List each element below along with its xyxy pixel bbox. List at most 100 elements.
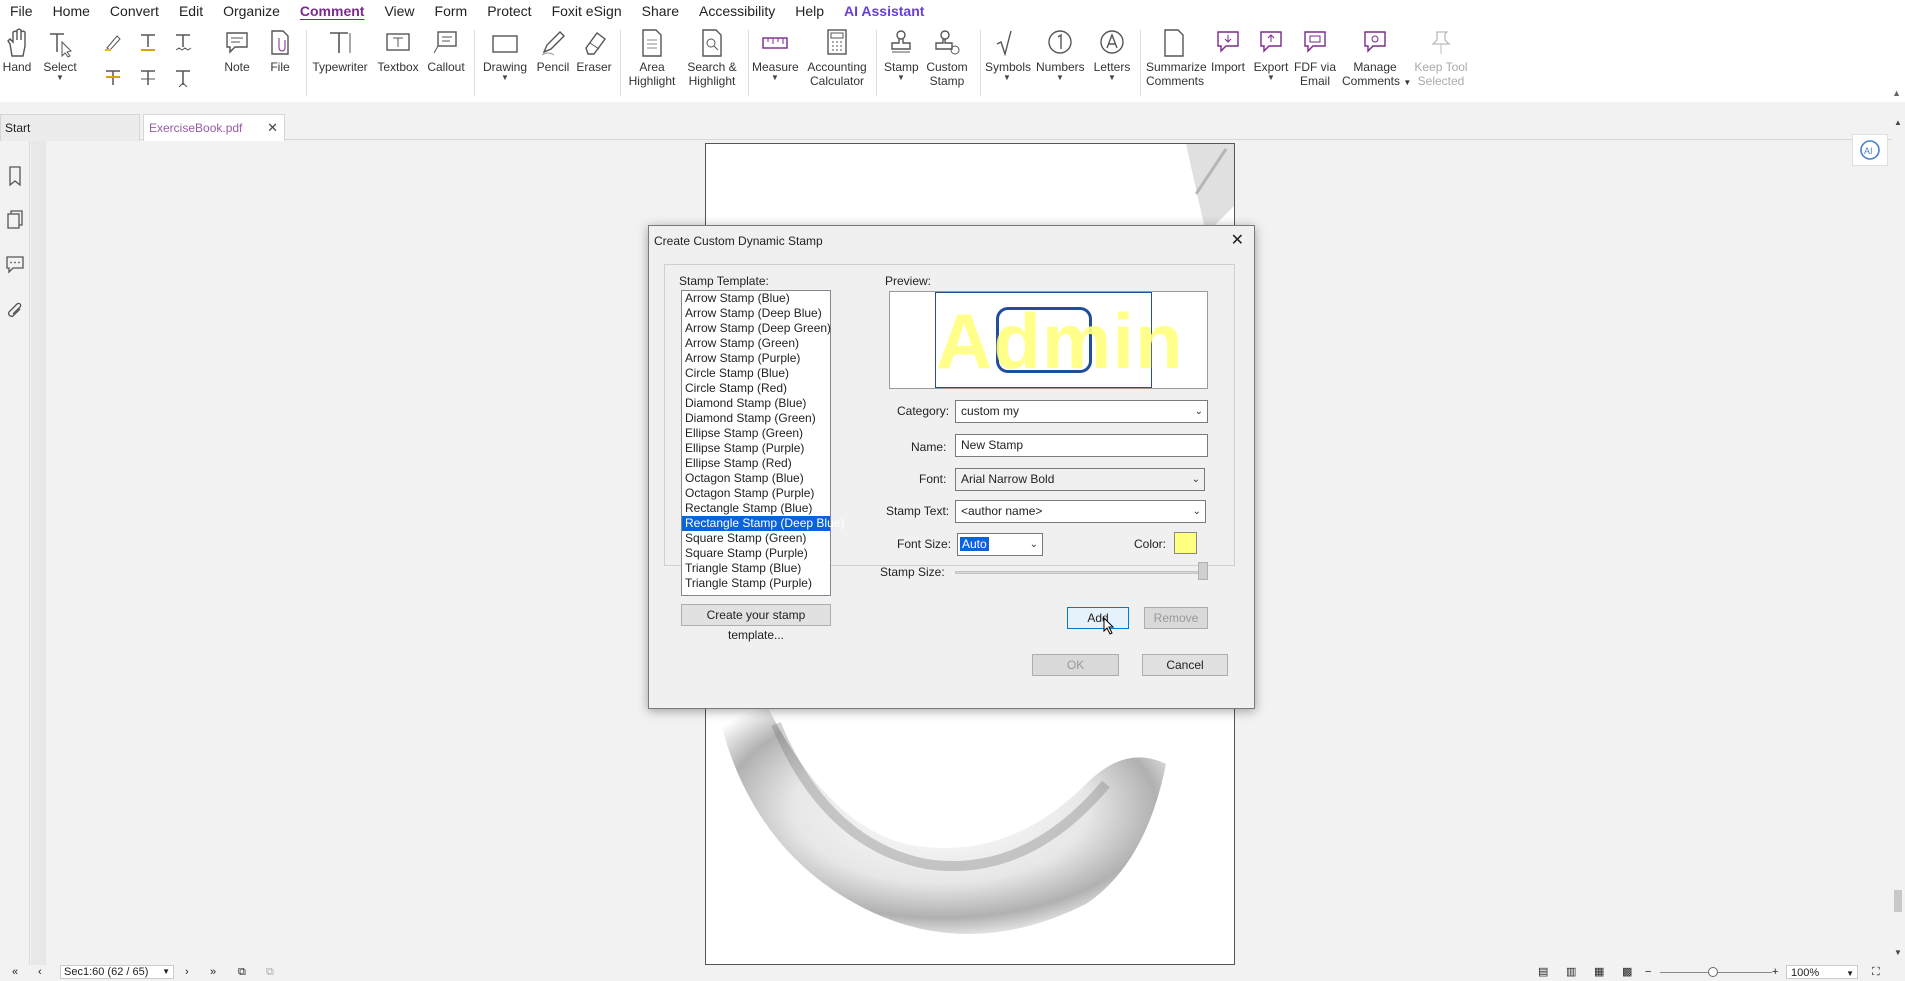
numbers-button[interactable]: Numbers ▼ <box>1036 28 1085 82</box>
template-list-item[interactable]: Arrow Stamp (Deep Green) <box>682 321 831 336</box>
tab-start[interactable]: Start <box>0 114 140 141</box>
font-size-select[interactable]: Auto ⌄ <box>957 533 1043 556</box>
hand-tool-button[interactable]: Hand <box>2 28 32 74</box>
fdf-via-email-button[interactable]: FDF via Email <box>1294 28 1336 88</box>
close-icon[interactable]: ✕ <box>1231 230 1244 250</box>
collapse-ribbon-icon[interactable]: ▲ <box>1892 88 1901 98</box>
callout-button[interactable]: Callout <box>426 28 466 74</box>
export-button[interactable]: Export ▼ <box>1252 28 1290 82</box>
scroll-down-icon[interactable]: ▼ <box>1894 948 1902 957</box>
drawing-button[interactable]: Drawing ▼ <box>482 28 528 82</box>
menu-share[interactable]: Share <box>632 0 689 22</box>
template-list-item[interactable]: Rectangle Stamp (Blue) <box>682 501 830 516</box>
template-list-item[interactable]: Triangle Stamp (Blue) <box>682 561 830 576</box>
note-button[interactable]: Note <box>222 28 252 74</box>
last-page-icon[interactable]: » <box>210 965 216 980</box>
font-select[interactable]: Arial Narrow Bold ⌄ <box>955 468 1205 491</box>
zoom-out-icon[interactable]: − <box>1645 965 1651 980</box>
menu-form[interactable]: Form <box>425 0 478 22</box>
template-list-item[interactable]: Circle Stamp (Blue) <box>682 366 830 381</box>
next-view-icon[interactable]: ⧉ <box>266 965 274 980</box>
tab-exercisebook[interactable]: ExerciseBook.pdf ✕ <box>143 114 285 141</box>
panel-splitter[interactable] <box>31 141 46 965</box>
template-list-item[interactable]: Square Stamp (Green) <box>682 531 830 546</box>
menu-help[interactable]: Help <box>785 0 834 22</box>
scroll-thumb[interactable] <box>1894 890 1902 912</box>
comments-icon[interactable] <box>4 253 26 275</box>
bookmark-icon[interactable] <box>4 165 26 187</box>
fullscreen-icon[interactable]: ⛶ <box>1872 965 1880 980</box>
previous-view-icon[interactable]: ⧉ <box>238 965 246 980</box>
right-scrollbar[interactable]: ▲ ▼ <box>1892 110 1905 965</box>
template-list-item[interactable]: Arrow Stamp (Green) <box>682 336 830 351</box>
menu-convert[interactable]: Convert <box>100 0 169 22</box>
template-list-item[interactable]: Octagon Stamp (Purple) <box>682 486 830 501</box>
cancel-button[interactable]: Cancel <box>1142 654 1228 676</box>
zoom-slider-thumb[interactable] <box>1708 967 1718 977</box>
next-page-icon[interactable]: › <box>185 965 189 980</box>
zoom-in-icon[interactable]: + <box>1772 965 1778 980</box>
template-list-item[interactable]: Rectangle Stamp (Deep Blue) <box>682 516 844 531</box>
replace-text-button[interactable] <box>137 68 159 90</box>
stamp-button[interactable]: Stamp ▼ <box>884 28 919 82</box>
template-list-item[interactable]: Ellipse Stamp (Green) <box>682 426 830 441</box>
keep-tool-selected-button[interactable]: Keep Tool Selected <box>1413 28 1469 88</box>
area-highlight-button[interactable]: Area Highlight <box>627 28 677 88</box>
accounting-calculator-button[interactable]: Accounting Calculator <box>806 28 868 88</box>
typewriter-button[interactable]: Typewriter <box>312 28 368 74</box>
continuous-page-icon[interactable]: ▥ <box>1566 965 1576 980</box>
pencil-button[interactable]: Pencil <box>536 28 570 74</box>
category-select[interactable]: custom my ⌄ <box>955 400 1208 423</box>
menu-foxit-esign[interactable]: Foxit eSign <box>542 0 632 22</box>
insert-text-button[interactable] <box>172 68 194 90</box>
highlight-button[interactable] <box>102 32 124 54</box>
menu-ai-assistant[interactable]: AI Assistant <box>834 0 934 22</box>
template-list-item[interactable]: Octagon Stamp (Blue) <box>682 471 830 486</box>
add-button[interactable]: Add <box>1067 607 1129 629</box>
continuous-facing-icon[interactable]: ▩ <box>1622 965 1632 980</box>
ok-button[interactable]: OK <box>1032 654 1119 676</box>
ai-assistant-floating-button[interactable]: AI <box>1852 134 1888 166</box>
menu-edit[interactable]: Edit <box>169 0 213 22</box>
measure-button[interactable]: Measure ▼ <box>752 28 799 82</box>
strikeout-text-button[interactable] <box>102 68 124 90</box>
menu-comment[interactable]: Comment <box>290 0 375 22</box>
remove-button[interactable]: Remove <box>1144 607 1208 629</box>
scroll-up-icon[interactable]: ▲ <box>1894 118 1902 127</box>
page-number-field[interactable]: Sec1:60 (62 / 65) ▼ <box>60 965 174 979</box>
eraser-button[interactable]: Eraser <box>576 28 612 74</box>
pages-icon[interactable] <box>4 209 26 231</box>
manage-comments-button[interactable]: Manage Comments ▼ <box>1342 28 1411 90</box>
name-field[interactable]: New Stamp <box>955 434 1208 457</box>
menu-file[interactable]: File <box>0 0 43 22</box>
stamp-text-select[interactable]: <author name> ⌄ <box>955 500 1206 523</box>
search-highlight-button[interactable]: Search & Highlight <box>684 28 740 88</box>
template-list-item[interactable]: Square Stamp (Purple) <box>682 546 830 561</box>
file-attachment-button[interactable]: File <box>265 28 295 74</box>
close-tab-icon[interactable]: ✕ <box>267 115 278 141</box>
menu-home[interactable]: Home <box>43 0 100 22</box>
previous-page-icon[interactable]: ‹ <box>38 965 42 980</box>
import-button[interactable]: Import <box>1209 28 1247 74</box>
attachment-icon[interactable] <box>4 300 26 322</box>
color-picker[interactable] <box>1174 532 1197 554</box>
underline-text-button[interactable] <box>137 32 159 54</box>
template-list-item[interactable]: Arrow Stamp (Deep Blue) <box>682 306 830 321</box>
menu-protect[interactable]: Protect <box>477 0 541 22</box>
zoom-level-field[interactable]: 100% ▼ <box>1786 965 1858 979</box>
template-list-item[interactable]: Triangle Stamp (Purple) <box>682 576 830 591</box>
symbols-button[interactable]: Symbols ▼ <box>985 28 1031 82</box>
template-list-item[interactable]: Arrow Stamp (Blue) <box>682 291 830 306</box>
menu-view[interactable]: View <box>374 0 424 22</box>
single-page-icon[interactable]: ▤ <box>1538 965 1548 980</box>
template-list-item[interactable]: Ellipse Stamp (Red) <box>682 456 830 471</box>
create-stamp-template-button[interactable]: Create your stamp template... <box>681 604 831 642</box>
stamp-template-list[interactable]: Arrow Stamp (Blue) Arrow Stamp (Deep Blue… <box>681 290 844 596</box>
template-list-item[interactable]: Arrow Stamp (Purple) <box>682 351 830 366</box>
menu-organize[interactable]: Organize <box>213 0 290 22</box>
letters-button[interactable]: Letters ▼ <box>1092 28 1132 82</box>
template-list-item[interactable]: Diamond Stamp (Blue) <box>682 396 830 411</box>
custom-stamp-button[interactable]: Custom Stamp <box>924 28 970 88</box>
template-list-item[interactable]: Circle Stamp (Red) <box>682 381 830 396</box>
squiggly-text-button[interactable] <box>172 32 194 54</box>
